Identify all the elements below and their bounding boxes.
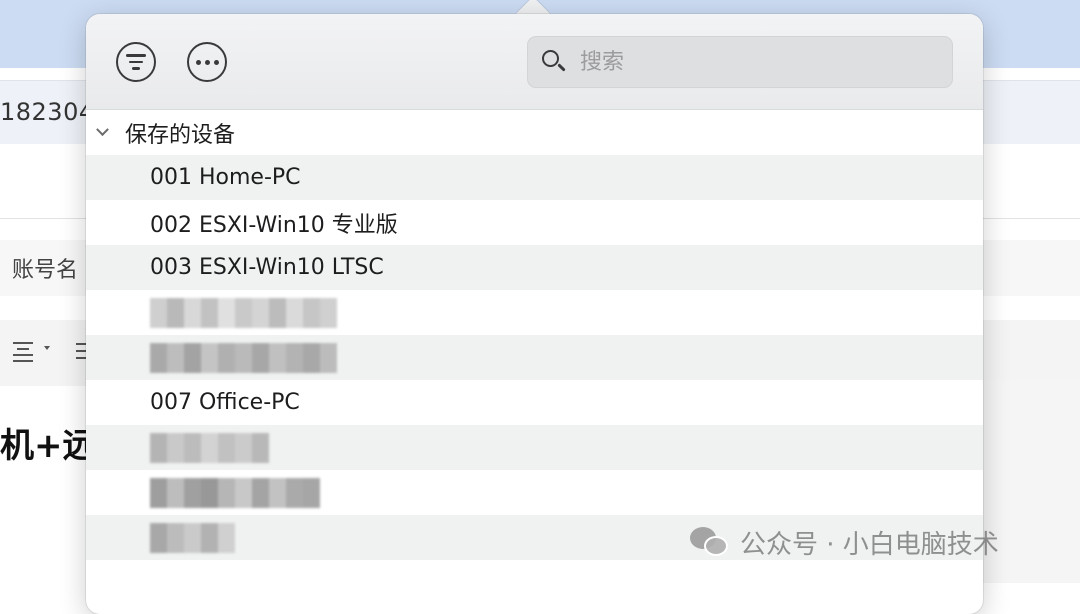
search-input[interactable] [578, 49, 918, 76]
group-label: 保存的设备 [125, 117, 235, 149]
device-row-redacted[interactable] [86, 470, 983, 515]
device-row-redacted[interactable] [86, 290, 983, 335]
filter-icon [126, 54, 146, 70]
more-button[interactable] [187, 42, 227, 82]
device-row[interactable]: 001 Home-PC [86, 155, 983, 200]
search-icon [540, 48, 568, 76]
background-account-label: 账号名 [12, 252, 78, 284]
redacted-label [150, 343, 337, 373]
device-row-redacted[interactable] [86, 425, 983, 470]
wechat-icon [690, 525, 730, 559]
group-header-saved-devices[interactable]: 保存的设备 [86, 110, 983, 155]
background-url-text: 182304 [0, 98, 95, 126]
redacted-label [150, 433, 269, 463]
device-label: 003 ESXI-Win10 LTSC [150, 255, 384, 280]
device-row-redacted[interactable] [86, 335, 983, 380]
device-label: 002 ESXI-Win10 专业版 [150, 207, 398, 239]
redacted-label [150, 523, 235, 553]
background-heading: 机+远 [0, 418, 97, 467]
align-icon[interactable] [10, 338, 36, 364]
watermark-text: 公众号 · 小白电脑技术 [740, 524, 999, 561]
align-caret-icon[interactable] [44, 346, 50, 350]
redacted-label [150, 478, 320, 508]
device-label: 001 Home-PC [150, 165, 301, 190]
filter-button[interactable] [116, 42, 156, 82]
device-label: 007 Office-PC [150, 390, 300, 415]
device-list: 保存的设备 001 Home-PC 002 ESXI-Win10 专业版 003… [86, 110, 983, 560]
more-icon [196, 60, 219, 65]
watermark: 公众号 · 小白电脑技术 [690, 522, 999, 562]
chevron-down-icon[interactable] [96, 123, 109, 136]
redacted-label [150, 298, 337, 328]
search-box[interactable] [527, 36, 953, 88]
device-row[interactable]: 003 ESXI-Win10 LTSC [86, 245, 983, 290]
popover-header [86, 14, 983, 110]
device-row[interactable]: 007 Office-PC [86, 380, 983, 425]
device-row[interactable]: 002 ESXI-Win10 专业版 [86, 200, 983, 245]
